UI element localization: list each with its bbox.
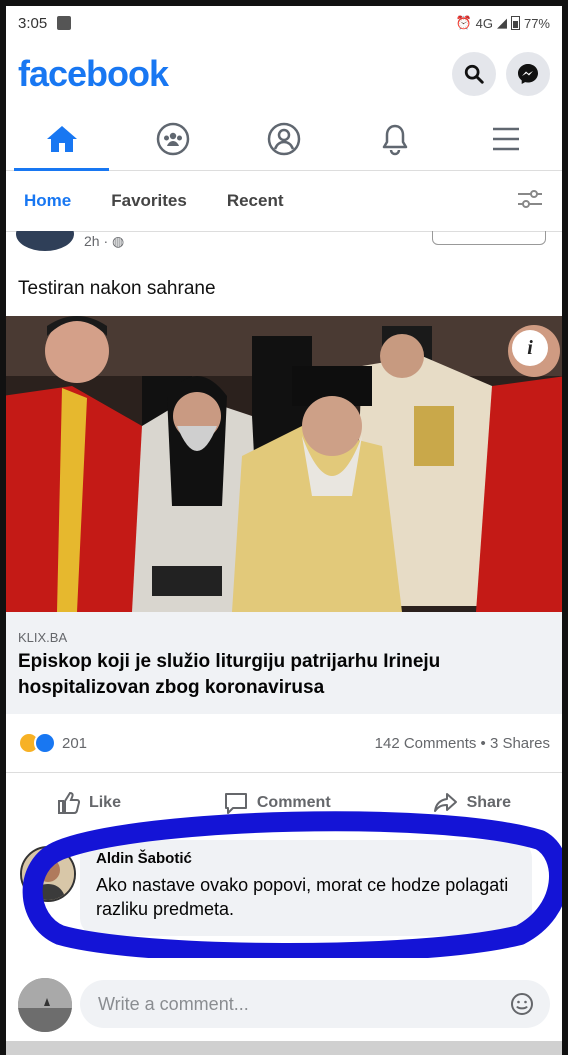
link-headline: Episkop koji je služio liturgiju patrija…: [18, 651, 441, 698]
messenger-button[interactable]: [506, 52, 550, 96]
post-header: 2h · ◍: [6, 231, 562, 253]
page-avatar[interactable]: [16, 231, 74, 251]
tab-home[interactable]: Home: [24, 191, 71, 211]
share-button[interactable]: Share: [433, 791, 511, 815]
comment-icon: [224, 793, 247, 814]
battery-icon: [510, 16, 520, 30]
status-indicators: ⏰ 4G ◢ 77%: [455, 15, 550, 31]
thumbs-up-icon: [57, 791, 81, 814]
feed-tabs: Home Favorites Recent: [6, 171, 562, 232]
nav-home[interactable]: [6, 108, 117, 171]
post-meta: 2h · ◍: [84, 233, 125, 249]
emoji-icon[interactable]: [510, 992, 534, 1016]
share-icon: [433, 793, 457, 812]
bell-icon: [382, 124, 408, 156]
link-domain: KLIX.BA: [18, 630, 68, 645]
like-label: Like: [88, 794, 121, 811]
comment-input[interactable]: [96, 992, 510, 1016]
status-bar: 3:05 ⏰ 4G ◢ 77%: [6, 6, 562, 40]
like-reaction-icon: [34, 732, 56, 754]
news-photo: [2, 316, 566, 612]
notification-icon: [57, 16, 72, 30]
comments-shares[interactable]: 142 Comments • 3 Shares: [375, 735, 550, 752]
tab-recent[interactable]: Recent: [227, 191, 284, 211]
nav-notifications[interactable]: [340, 108, 451, 170]
comment-bubble: Aldin Šabotić Ako nastave ovako popovi, …: [80, 840, 532, 936]
main-nav: [6, 108, 562, 171]
comment-button[interactable]: Comment: [223, 791, 331, 815]
my-avatar[interactable]: [18, 978, 72, 1032]
nav-profile[interactable]: [228, 108, 339, 170]
network-label: 4G: [475, 15, 493, 31]
search-icon: [464, 64, 484, 84]
signal-icon: ◢: [496, 15, 507, 30]
reactions-count: 201: [62, 734, 88, 752]
facebook-logo: facebook: [18, 53, 169, 94]
post-text: Testiran nakon sahrane: [18, 278, 216, 299]
system-nav-bar: [0, 1041, 568, 1055]
comment-author[interactable]: Aldin Šabotić: [96, 850, 516, 867]
link-preview[interactable]: KLIX.BA Episkop koji je služio liturgiju…: [6, 612, 562, 714]
reactions[interactable]: 201: [18, 732, 87, 754]
post-actions: Like Comment Share: [6, 780, 562, 826]
info-icon[interactable]: i: [512, 330, 548, 366]
my-avatar-photo: [18, 978, 72, 1032]
post-image[interactable]: i: [2, 316, 566, 612]
commenter-avatar[interactable]: [20, 846, 76, 902]
post-time: 2h: [84, 233, 100, 249]
engagement-counts: 201 142 Comments • 3 Shares: [6, 714, 562, 773]
groups-icon: [156, 122, 190, 156]
profile-icon: [267, 122, 301, 156]
messenger-icon: [518, 64, 538, 84]
tab-favorites[interactable]: Favorites: [111, 191, 187, 211]
comment-composer: [80, 980, 550, 1028]
nav-groups[interactable]: [117, 108, 228, 170]
nav-menu[interactable]: [451, 108, 562, 170]
share-label: Share: [466, 794, 512, 811]
battery-level: 77%: [523, 15, 550, 31]
app-header: facebook: [6, 40, 562, 108]
like-button[interactable]: Like: [57, 791, 121, 815]
menu-icon: [493, 127, 520, 151]
search-button[interactable]: [452, 52, 496, 96]
avatar-photo: [22, 848, 74, 900]
home-icon: [46, 126, 77, 152]
comment-text: Ako nastave ovako popovi, morat ce hodze…: [96, 875, 509, 919]
alarm-icon: ⏰: [455, 15, 472, 30]
comment-label: Comment: [256, 794, 331, 811]
status-time: 3:05: [18, 14, 48, 32]
filter-icon: [518, 189, 542, 208]
follow-button[interactable]: [432, 231, 546, 245]
globe-icon: ◍: [112, 233, 125, 249]
filter-button[interactable]: [516, 188, 544, 215]
